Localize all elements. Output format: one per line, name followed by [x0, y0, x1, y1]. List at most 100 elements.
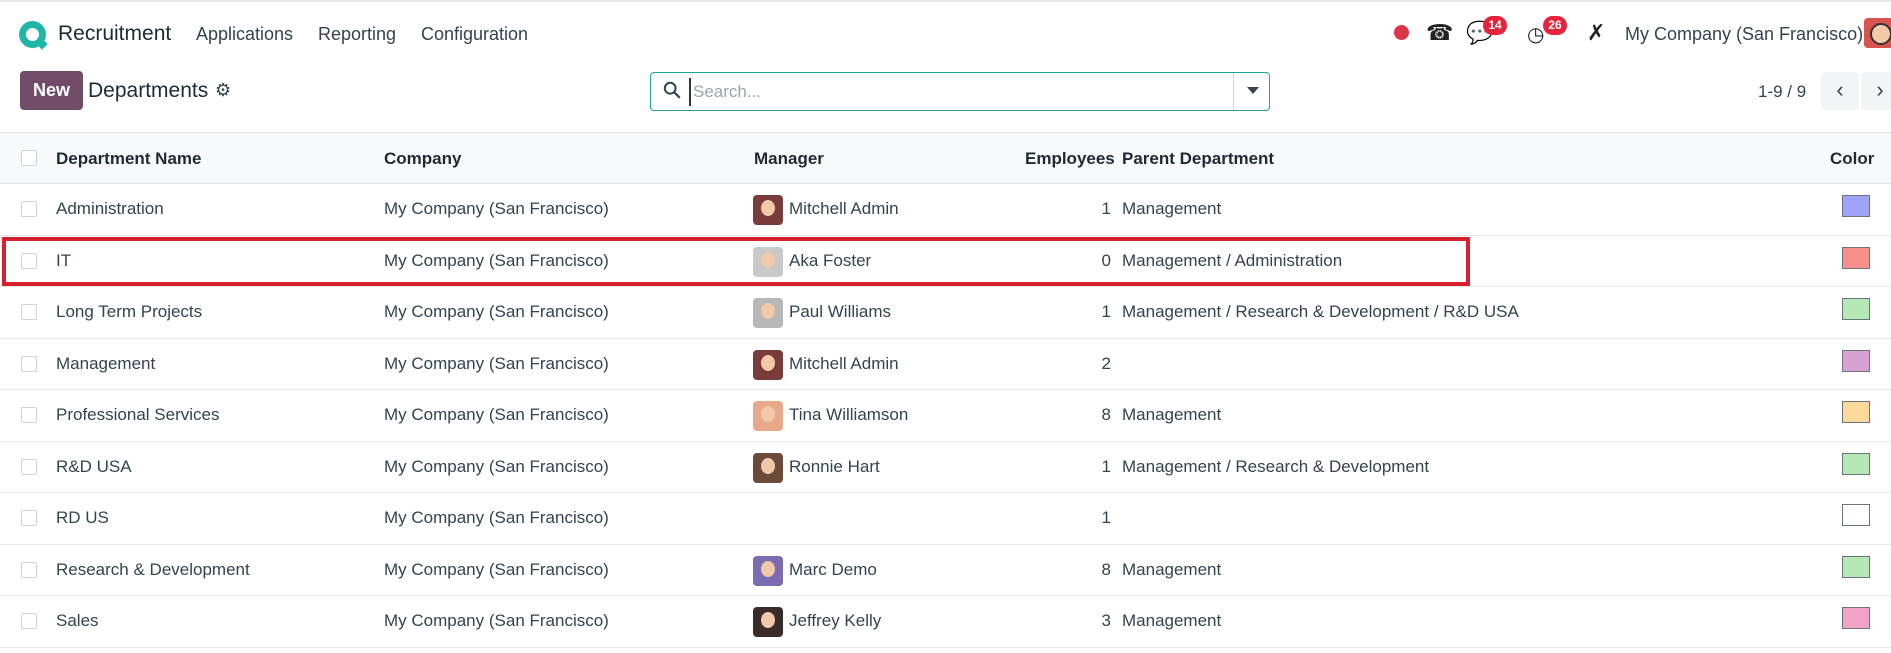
department-name: Professional Services: [56, 405, 220, 424]
manager-name: Aka Foster: [789, 250, 872, 270]
company-cell: My Company (San Francisco): [384, 611, 609, 630]
row-checkbox[interactable]: [21, 201, 37, 217]
app-name[interactable]: Recruitment: [58, 22, 171, 46]
menu-configuration[interactable]: Configuration: [421, 24, 528, 45]
gear-icon[interactable]: ⚙: [215, 80, 231, 101]
color-swatch: [1842, 607, 1870, 629]
company-cell: My Company (San Francisco): [384, 302, 609, 321]
user-avatar[interactable]: [1864, 18, 1891, 48]
company-cell: My Company (San Francisco): [384, 559, 609, 579]
employees-count: 3: [1101, 611, 1111, 630]
departments-table: Department Name Company Manager Employee…: [0, 132, 1891, 648]
manager-avatar: [753, 401, 783, 431]
pager-value[interactable]: 1-9 / 9: [1758, 82, 1806, 102]
header-employees[interactable]: Employees: [1025, 149, 1115, 169]
row-checkbox[interactable]: [21, 252, 37, 269]
chevron-down-icon[interactable]: [1247, 87, 1259, 94]
table-header: Department Name Company Manager Employee…: [0, 132, 1891, 184]
messages-badge: 14: [1483, 16, 1507, 35]
row-checkbox[interactable]: [21, 458, 37, 475]
manager-avatar: [753, 349, 783, 380]
color-swatch: [1842, 555, 1870, 578]
table-row[interactable]: IT My Company (San Francisco) Aka Foster…: [0, 235, 1891, 287]
parent-department: Management: [1122, 405, 1222, 424]
record-indicator-icon[interactable]: [1394, 25, 1409, 40]
select-all-checkbox[interactable]: [21, 150, 37, 166]
color-swatch: [1842, 349, 1870, 372]
header-parent-department[interactable]: Parent Department: [1122, 149, 1274, 169]
row-checkbox[interactable]: [21, 407, 37, 423]
manager-avatar: [753, 555, 783, 586]
table-row[interactable]: Professional Services My Company (San Fr…: [0, 390, 1891, 442]
employees-count: 1: [1101, 302, 1111, 321]
company-cell: My Company (San Francisco): [384, 199, 609, 218]
manager-avatar: [753, 246, 783, 277]
recruitment-app-icon[interactable]: [19, 21, 46, 48]
color-swatch: [1842, 246, 1870, 269]
company-switcher[interactable]: My Company (San Francisco): [1625, 24, 1863, 45]
search-bar: [650, 72, 1270, 111]
pager-previous-button[interactable]: ‹: [1821, 72, 1859, 110]
table-row[interactable]: Administration My Company (San Francisco…: [0, 184, 1891, 236]
parent-department: Management: [1122, 611, 1222, 630]
department-name: RD US: [56, 508, 109, 527]
parent-department: Management: [1122, 199, 1222, 218]
pager-next-button[interactable]: ›: [1861, 72, 1891, 110]
color-swatch: [1842, 401, 1870, 423]
row-checkbox[interactable]: [21, 355, 37, 372]
manager-avatar: [753, 452, 783, 483]
color-swatch: [1842, 452, 1870, 475]
header-manager[interactable]: Manager: [754, 149, 824, 169]
company-cell: My Company (San Francisco): [384, 250, 609, 270]
company-cell: My Company (San Francisco): [384, 353, 609, 373]
employees-count: 1: [1101, 508, 1111, 527]
employees-count: 1: [1101, 199, 1111, 218]
manager-name: Marc Demo: [789, 559, 877, 579]
clock-icon[interactable]: ◷: [1527, 22, 1544, 47]
manager-avatar: [753, 298, 783, 328]
employees-count: 1: [1101, 456, 1111, 476]
department-name: R&D USA: [56, 456, 132, 476]
menu-reporting[interactable]: Reporting: [318, 24, 396, 45]
manager-name: Mitchell Admin: [789, 199, 899, 218]
department-name: Administration: [56, 199, 164, 218]
menu-applications[interactable]: Applications: [196, 24, 293, 45]
row-checkbox[interactable]: [21, 613, 37, 629]
row-checkbox[interactable]: [21, 304, 37, 320]
page-title: Departments: [88, 79, 209, 102]
department-name: IT: [56, 250, 72, 270]
department-name: Management: [56, 353, 156, 373]
tools-icon[interactable]: ✗: [1587, 20, 1605, 46]
color-swatch: [1842, 504, 1870, 526]
table-row[interactable]: R&D USA My Company (San Francisco) Ronni…: [0, 441, 1891, 493]
company-cell: My Company (San Francisco): [384, 456, 609, 476]
row-checkbox[interactable]: [21, 561, 37, 578]
employees-count: 2: [1101, 353, 1111, 373]
row-checkbox[interactable]: [21, 510, 37, 526]
table-row[interactable]: RD US My Company (San Francisco) 1: [0, 493, 1891, 545]
new-button[interactable]: New: [20, 71, 83, 110]
table-row[interactable]: Research & Development My Company (San F…: [0, 544, 1891, 596]
header-department-name[interactable]: Department Name: [56, 149, 202, 169]
header-company[interactable]: Company: [384, 149, 461, 169]
employees-count: 8: [1101, 405, 1111, 424]
table-row[interactable]: Management My Company (San Francisco) Mi…: [0, 338, 1891, 390]
manager-name: Paul Williams: [789, 302, 892, 321]
employees-count: 0: [1101, 250, 1111, 270]
employees-count: 8: [1101, 559, 1111, 579]
table-row[interactable]: Sales My Company (San Francisco) Jeffrey…: [0, 596, 1891, 648]
phone-icon[interactable]: ☎: [1426, 20, 1453, 46]
manager-avatar: [753, 607, 783, 637]
header-color[interactable]: Color: [1830, 149, 1874, 169]
table-row[interactable]: Long Term Projects My Company (San Franc…: [0, 287, 1891, 339]
color-swatch: [1842, 195, 1870, 217]
activities-badge: 26: [1543, 16, 1567, 35]
parent-department: Management / Research & Development: [1122, 456, 1430, 476]
parent-department: Management / Administration: [1122, 250, 1343, 270]
manager-avatar: [753, 195, 783, 225]
department-name: Long Term Projects: [56, 302, 203, 321]
manager-name: Mitchell Admin: [789, 353, 899, 373]
top-navbar: Recruitment Applications Reporting Confi…: [0, 0, 1891, 66]
search-input[interactable]: [689, 78, 1229, 106]
table-body: Administration My Company (San Francisco…: [0, 184, 1891, 648]
